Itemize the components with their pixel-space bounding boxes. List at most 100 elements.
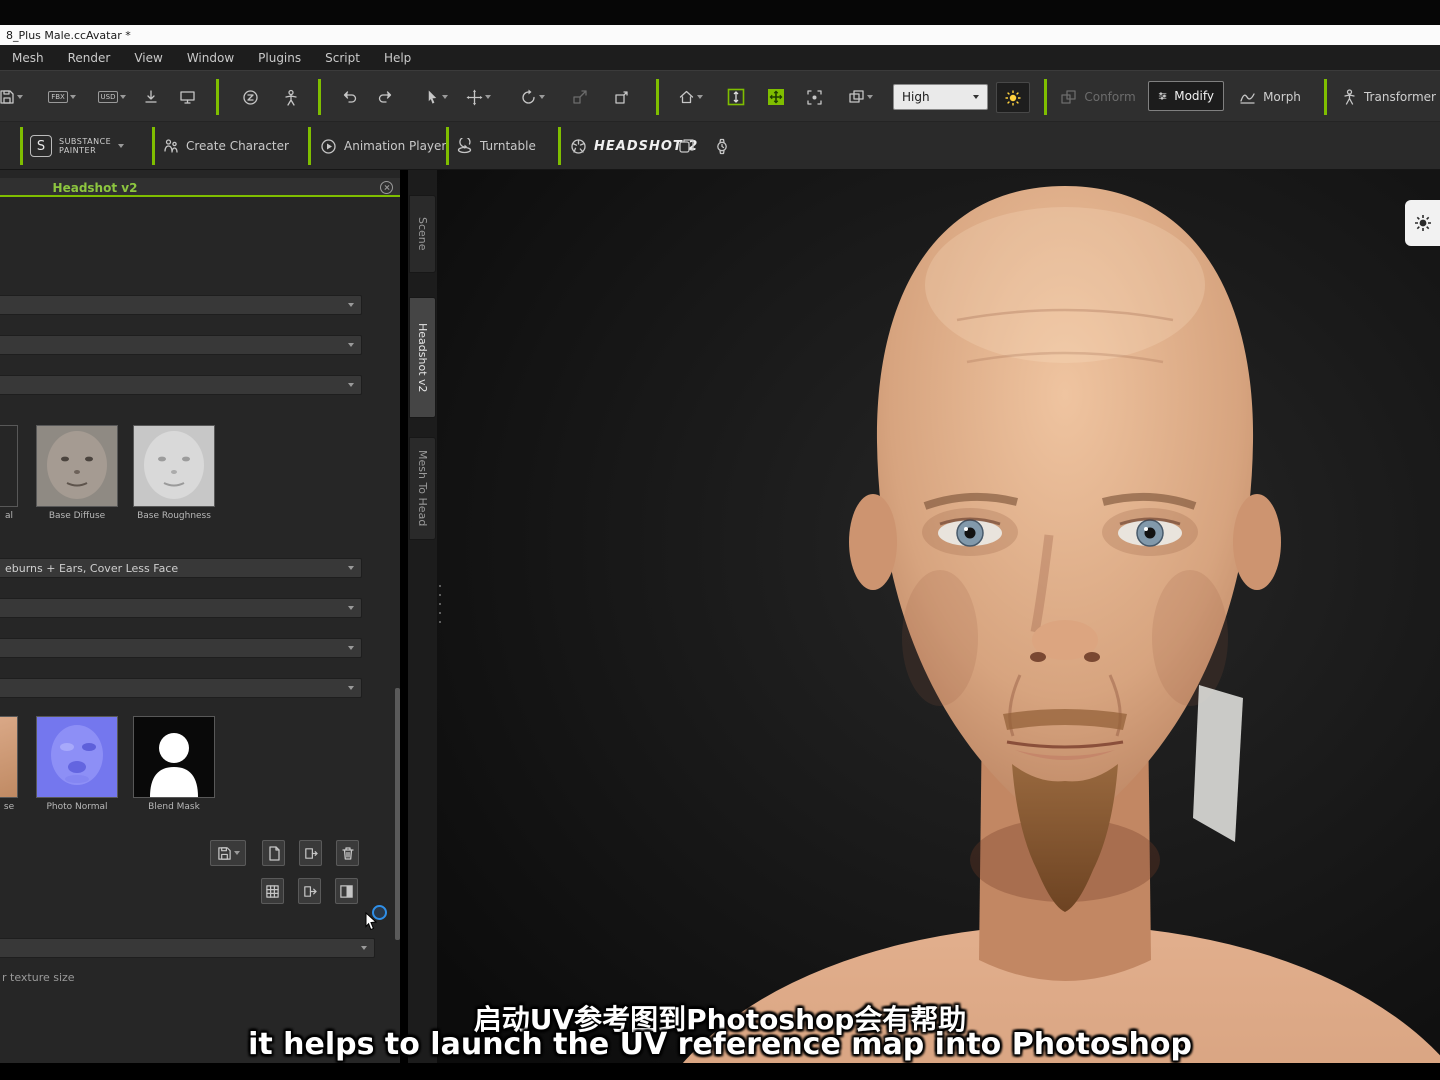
turntable-button[interactable]: Turntable xyxy=(456,122,536,170)
substance-label-line1: SUBSTANCE xyxy=(59,137,112,146)
panel-dropdown-1[interactable] xyxy=(0,295,362,315)
home-view-button[interactable] xyxy=(672,81,708,113)
new-document-button[interactable] xyxy=(262,840,285,866)
move-icon xyxy=(466,89,482,105)
substance-label-line2: PAINTER xyxy=(59,146,97,155)
blend-mask-texture xyxy=(134,717,214,797)
chevron-down-icon xyxy=(120,95,127,99)
import-icon xyxy=(145,90,157,103)
menu-render[interactable]: Render xyxy=(56,45,123,70)
close-icon[interactable] xyxy=(380,181,393,194)
headshot-panel-header[interactable]: Headshot v2 xyxy=(0,178,400,197)
subtitle-english: it helps to launch the UV reference map … xyxy=(248,1027,1192,1062)
focus-camera-button[interactable] xyxy=(800,81,828,113)
tab-headshot-v2[interactable]: Headshot v2 xyxy=(409,297,436,418)
panel-dropdown-3[interactable] xyxy=(0,375,362,395)
base-normal-thumbnail[interactable] xyxy=(0,425,18,507)
rotate-tool-button[interactable] xyxy=(514,81,550,113)
viewport-light-button[interactable] xyxy=(1405,200,1440,246)
conform-button[interactable]: Conform xyxy=(1056,81,1140,113)
morph-button[interactable]: Morph xyxy=(1234,81,1306,113)
viewport-3d[interactable] xyxy=(437,170,1440,1063)
panel-dropdown-6[interactable] xyxy=(0,638,362,658)
tab-mesh-to-head[interactable]: Mesh To Head xyxy=(409,437,436,540)
watch-tool-button[interactable] xyxy=(714,122,730,170)
redo-icon xyxy=(378,91,391,103)
send-to-screen-button[interactable] xyxy=(172,81,202,113)
goz-icon xyxy=(242,89,258,105)
save-project-icon xyxy=(0,90,14,104)
redo-button[interactable] xyxy=(372,81,398,113)
chevron-down-icon xyxy=(348,646,354,650)
menu-script[interactable]: Script xyxy=(313,45,372,70)
chevron-down-icon xyxy=(973,95,979,99)
layers-icon xyxy=(848,90,864,103)
fbx-export-button[interactable]: FBX xyxy=(42,81,82,113)
select-tool-button[interactable] xyxy=(420,81,452,113)
save-texture-button[interactable] xyxy=(210,840,246,866)
goz-button[interactable] xyxy=(236,81,264,113)
menu-help[interactable]: Help xyxy=(372,45,423,70)
headshot-aperture-icon xyxy=(571,138,586,154)
reload-texture-button[interactable] xyxy=(299,840,322,866)
sideburns-dropdown[interactable]: eburns + Ears, Cover Less Face xyxy=(0,558,362,578)
panel-scrollbar[interactable] xyxy=(395,688,400,940)
scale-tool-button[interactable] xyxy=(566,81,594,113)
uv-grid-button[interactable] xyxy=(261,878,284,904)
modify-button[interactable]: Modify xyxy=(1148,81,1224,111)
chevron-down-icon xyxy=(696,95,703,99)
menu-window[interactable]: Window xyxy=(175,45,246,70)
home-icon xyxy=(679,90,693,104)
export-uv-button[interactable] xyxy=(298,878,321,904)
pose-tool-button[interactable] xyxy=(276,81,306,113)
substance-painter-icon: S xyxy=(30,135,52,157)
undo-icon xyxy=(343,91,356,103)
delete-texture-button[interactable] xyxy=(336,840,359,866)
plugin-separator xyxy=(308,127,311,165)
quality-dropdown[interactable]: High xyxy=(893,84,988,110)
panel-dropdown-7[interactable] xyxy=(0,678,362,698)
menu-plugins[interactable]: Plugins xyxy=(246,45,313,70)
usd-export-button[interactable]: USD xyxy=(92,81,132,113)
create-character-button[interactable]: Create Character xyxy=(163,122,289,170)
preview-light-button[interactable] xyxy=(996,82,1030,113)
base-diffuse-thumbnail[interactable] xyxy=(36,425,118,507)
base-roughness-thumbnail[interactable] xyxy=(133,425,215,507)
base-roughness-texture xyxy=(134,426,214,506)
pivot-icon xyxy=(615,91,628,104)
render-layers-button[interactable] xyxy=(842,81,878,113)
texture-size-dropdown[interactable] xyxy=(0,938,375,958)
sun-icon xyxy=(1414,215,1431,231)
headshot-panel-title: Headshot v2 xyxy=(52,181,138,195)
blend-mask-thumbnail[interactable] xyxy=(133,716,215,798)
export-icon xyxy=(304,885,317,897)
panel-splitter-handle[interactable] xyxy=(439,585,442,649)
save-project-button[interactable] xyxy=(0,81,26,113)
pivot-tool-button[interactable] xyxy=(606,81,636,113)
photo-normal-thumbnail[interactable] xyxy=(36,716,118,798)
photo-diffuse-label: se xyxy=(3,802,15,812)
window-titlebar: 8_Plus Male.ccAvatar * xyxy=(0,25,1440,45)
substance-painter-button[interactable]: S SUBSTANCE PAINTER xyxy=(30,122,125,170)
transformer-button[interactable]: Transformer xyxy=(1338,81,1440,113)
scale-icon xyxy=(573,90,587,104)
mirror-tool-button[interactable] xyxy=(678,122,695,170)
fit-all-button[interactable] xyxy=(762,81,790,113)
menu-mesh[interactable]: Mesh xyxy=(0,45,56,70)
turntable-icon xyxy=(457,137,472,153)
undo-button[interactable] xyxy=(336,81,362,113)
split-view-button[interactable] xyxy=(335,878,358,904)
menu-view[interactable]: View xyxy=(122,45,174,70)
panel-dropdown-5[interactable] xyxy=(0,598,362,618)
panel-dropdown-2[interactable] xyxy=(0,335,362,355)
chevron-down-icon xyxy=(348,303,354,307)
grid-icon xyxy=(266,884,279,898)
animation-player-button[interactable]: Animation Player xyxy=(320,122,446,170)
photo-diffuse-thumbnail[interactable] xyxy=(0,716,18,798)
import-button[interactable] xyxy=(138,81,164,113)
tab-scene[interactable]: Scene xyxy=(409,195,436,273)
turntable-label: Turntable xyxy=(480,139,536,153)
fit-vertical-button[interactable] xyxy=(722,81,750,113)
headshot-panel: Headshot v2 al Base Diffuse Base Roughne… xyxy=(0,170,400,1063)
move-tool-button[interactable] xyxy=(460,81,496,113)
